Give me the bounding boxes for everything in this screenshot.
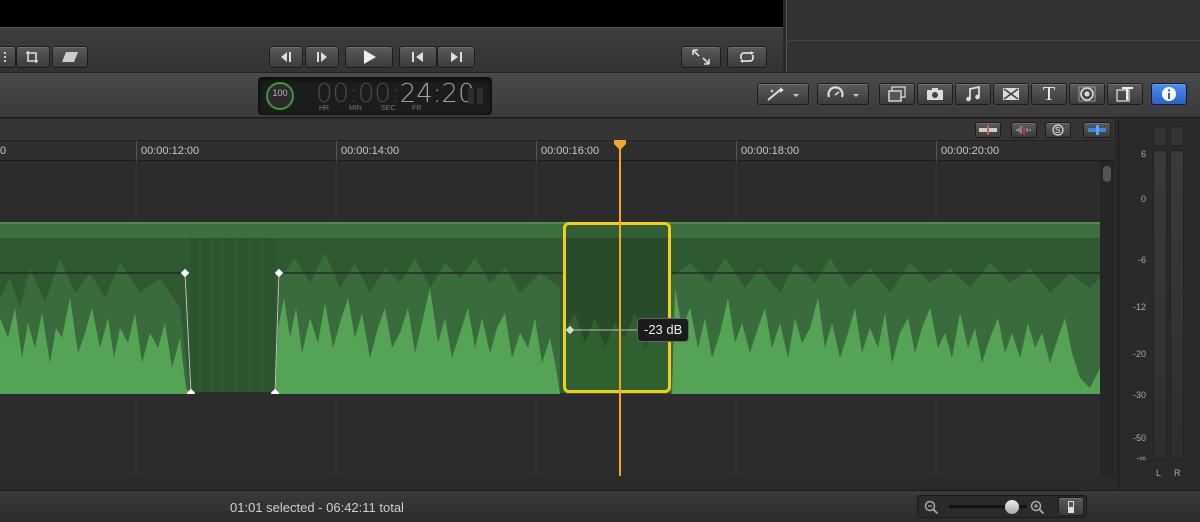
clip-appearance-button[interactable] (1058, 497, 1084, 516)
go-to-end-icon (451, 52, 462, 62)
snapping-toggle[interactable] (1083, 122, 1111, 138)
step-forward-icon (317, 52, 327, 62)
loop-icon (740, 51, 754, 63)
themes-icon (1116, 87, 1133, 102)
viewer-canvas (0, 0, 783, 27)
meter-peak-left (1153, 126, 1167, 146)
clip-appearance-icon (1068, 500, 1074, 513)
transitions-button[interactable] (993, 83, 1029, 105)
snapping-icon (1088, 125, 1106, 135)
solo-icon: S (1052, 124, 1064, 136)
go-to-start-icon (412, 52, 423, 62)
meter-peak-right (1170, 126, 1184, 146)
grip-icon (4, 52, 6, 62)
timeline-vertical-scrollbar[interactable] (1100, 161, 1114, 476)
svg-text:S: S (1055, 126, 1060, 135)
audio-skimming-icon (1016, 125, 1031, 135)
distort-icon (62, 52, 78, 62)
play-button[interactable] (345, 46, 393, 68)
meter-scale-label: 6 (1140, 149, 1146, 159)
ruler-label-partial: 0 (0, 145, 7, 157)
timecode-percent: 100 (272, 88, 288, 98)
ruler-label: 00:00:12:00 (141, 145, 200, 157)
tc-unit-hr: HR (319, 105, 330, 112)
loop-button[interactable] (727, 46, 767, 68)
music-button[interactable] (955, 83, 991, 105)
crop-icon (26, 51, 38, 63)
photos-button[interactable] (917, 83, 953, 105)
ruler-label: 00:00:18:00 (741, 145, 800, 157)
titles-button[interactable]: T (1031, 83, 1067, 105)
previous-frame-button[interactable] (269, 46, 303, 68)
meter-scale-label: -20 (1132, 349, 1146, 359)
T-icon: T (1042, 82, 1056, 105)
enhance-menu-button[interactable] (757, 83, 809, 105)
meter-scale-label: -∞ (1136, 453, 1146, 463)
inspector-button[interactable] (1151, 83, 1187, 105)
volume-tooltip: -23 dB (637, 318, 690, 342)
next-frame-button[interactable] (305, 46, 339, 68)
generators-button[interactable] (1069, 83, 1105, 105)
ruler-tick (536, 141, 537, 161)
meter-bar-right (1170, 150, 1184, 460)
skimming-icon (979, 125, 997, 135)
timecode-bright: 24:20 (399, 79, 475, 109)
inspector-divider (786, 40, 1200, 41)
meter-scale-label: 0 (1140, 194, 1146, 204)
themes-button[interactable] (1107, 83, 1143, 105)
retime-icon (827, 86, 859, 98)
zoom-slider-knob[interactable] (1005, 500, 1019, 514)
audio-bars-icon (468, 88, 483, 104)
camera-icon (927, 88, 943, 100)
crop-button[interactable] (16, 46, 50, 68)
ruler-label: 00:00:20:00 (941, 145, 1000, 157)
meter-scale-label: -6 (1137, 255, 1146, 265)
tc-unit-min: MIN (349, 105, 362, 112)
solo-toggle[interactable]: S (1045, 122, 1071, 138)
audio-skimming-toggle[interactable] (1011, 122, 1037, 138)
ruler-tick (336, 141, 337, 161)
retime-menu-button[interactable] (817, 83, 869, 105)
fullscreen-icon (692, 49, 710, 65)
ruler-label: 00:00:16:00 (541, 145, 600, 157)
selection-status: 01:01 selected - 06:42:11 total (230, 500, 404, 515)
playhead-handle-icon[interactable] (613, 140, 627, 150)
meter-scale-label: -50 (1132, 433, 1146, 443)
skimming-toggle[interactable] (975, 122, 1001, 138)
magic-wand-icon (767, 87, 799, 101)
play-icon (364, 50, 376, 64)
meter-channel-left: L (1156, 468, 1162, 478)
ruler-tick (136, 141, 137, 161)
inspector-panel (786, 0, 1200, 72)
meter-bar-left (1153, 150, 1167, 460)
transform-button[interactable] (0, 46, 16, 68)
meter-channel-right: R (1174, 468, 1181, 478)
timeline-header-bar (0, 119, 1114, 141)
tc-unit-sec: SEC (381, 105, 396, 112)
scrollbar-thumb[interactable] (1103, 166, 1111, 182)
generators-icon (1078, 86, 1096, 102)
fullscreen-button[interactable] (681, 46, 721, 68)
playhead[interactable] (619, 141, 621, 476)
transitions-icon (1003, 88, 1019, 100)
browser-button[interactable] (879, 83, 915, 105)
music-icon (966, 86, 980, 102)
filmstrip-icon (888, 86, 906, 102)
audio-clip-header (0, 224, 1100, 238)
range-selection[interactable] (563, 222, 671, 393)
go-to-end-button[interactable] (437, 46, 475, 68)
ruler-label: 00:00:14:00 (341, 145, 400, 157)
ruler-tick (936, 141, 937, 161)
step-back-icon (281, 52, 291, 62)
go-to-start-button[interactable] (399, 46, 437, 68)
info-icon (1162, 87, 1176, 101)
audio-waveform (0, 238, 1100, 394)
zoom-out-icon[interactable] (924, 500, 940, 514)
ruler-tick (736, 141, 737, 161)
meter-scale-label: -30 (1132, 390, 1146, 400)
tc-unit-fr: FR (412, 105, 422, 112)
meter-scale-label: -12 (1132, 302, 1146, 312)
distort-button[interactable] (52, 46, 88, 68)
zoom-in-icon[interactable] (1030, 500, 1046, 514)
